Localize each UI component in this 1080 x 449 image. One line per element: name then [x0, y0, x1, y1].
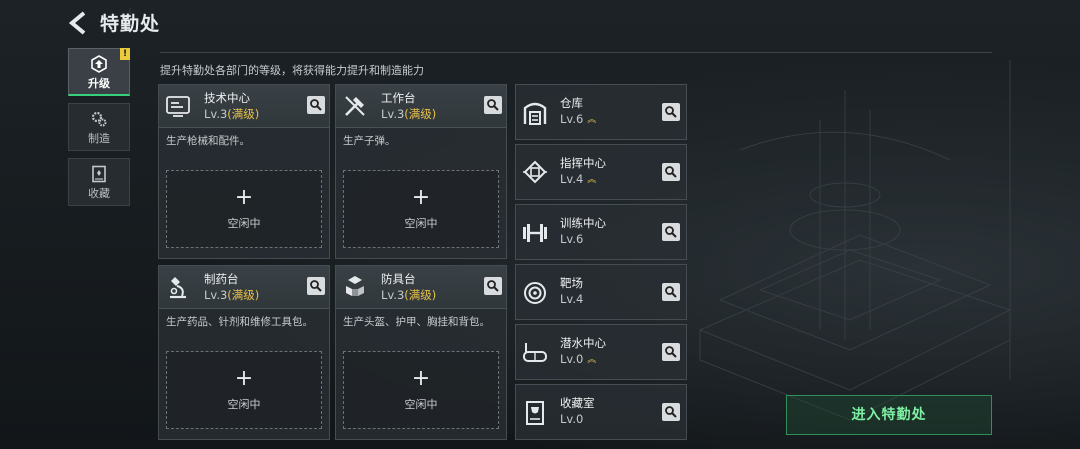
dept-name: 技术中心	[204, 91, 250, 105]
slot-status: 空闲中	[404, 217, 438, 230]
facility-level: Lv.4	[560, 292, 584, 306]
dept-description: 生产枪械和配件。	[166, 135, 250, 147]
card-header: 防具台 Lv.3(满级)	[336, 266, 506, 309]
facility-warehouse[interactable]: 仓库 Lv.6 ︽	[515, 84, 687, 140]
search-icon[interactable]	[662, 163, 680, 181]
facility-name: 指挥中心	[560, 156, 606, 170]
workbench-icon	[345, 96, 365, 116]
facility-diving-center[interactable]: 潜水中心 Lv.0 ︽	[515, 324, 687, 380]
production-slot[interactable]: + 空闲中	[166, 351, 322, 429]
facility-name: 训练中心	[560, 216, 606, 230]
header-divider	[160, 52, 992, 53]
dept-name: 制药台	[204, 272, 239, 286]
plus-icon: +	[234, 366, 254, 391]
card-header: 工作台 Lv.3(满级)	[336, 85, 506, 128]
max-level-label: (满级)	[404, 288, 437, 302]
dept-level: Lv.3(满级)	[381, 107, 437, 121]
max-level-label: (满级)	[227, 107, 260, 121]
facility-name: 潜水中心	[560, 336, 606, 350]
plus-icon: +	[234, 185, 254, 210]
upgrade-arrow-icon: ︽	[587, 175, 597, 185]
dumbbell-icon	[523, 224, 547, 242]
armor-icon	[346, 276, 364, 296]
search-icon[interactable]	[484, 96, 502, 114]
facility-name: 仓库	[560, 96, 583, 110]
warehouse-icon	[523, 102, 547, 125]
gears-icon	[91, 111, 107, 127]
facility-level: Lv.0	[560, 412, 584, 426]
tech-center-icon	[166, 96, 190, 117]
facility-level: Lv.0 ︽	[560, 352, 597, 366]
search-icon[interactable]	[662, 403, 680, 421]
facility-name: 收藏室	[560, 396, 595, 410]
search-icon[interactable]	[484, 277, 502, 295]
tab-craft-label: 制造	[88, 132, 110, 145]
facility-name: 靶场	[560, 276, 583, 290]
tab-collection[interactable]: 收藏	[68, 158, 130, 206]
microscope-icon	[170, 277, 186, 299]
dept-card-tech-center: 技术中心 Lv.3(满级) 生产枪械和配件。 + 空闲中	[158, 84, 330, 259]
search-icon[interactable]	[307, 277, 325, 295]
facility-training-center[interactable]: 训练中心 Lv.6	[515, 204, 687, 260]
dept-description: 生产药品、针剂和维修工具包。	[166, 316, 313, 328]
search-icon[interactable]	[662, 223, 680, 241]
facility-shooting-range[interactable]: 靶场 Lv.4	[515, 264, 687, 320]
trophy-case-icon	[526, 401, 544, 425]
dept-name: 工作台	[381, 91, 416, 105]
diving-mask-icon	[523, 343, 547, 362]
dept-card-workbench: 工作台 Lv.3(满级) 生产子弹。 + 空闲中	[335, 84, 507, 259]
dept-card-pharmacy: 制药台 Lv.3(满级) 生产药品、针剂和维修工具包。 + 空闲中	[158, 265, 330, 440]
upgrade-icon	[91, 55, 107, 73]
facility-level: Lv.6 ︽	[560, 112, 597, 126]
production-slot[interactable]: + 空闲中	[343, 351, 499, 429]
max-level-label: (满级)	[227, 288, 260, 302]
card-header: 制药台 Lv.3(满级)	[159, 266, 329, 309]
dept-name: 防具台	[381, 272, 416, 286]
upgrade-arrow-icon: ︽	[587, 355, 597, 365]
header: 特勤处	[0, 0, 1080, 50]
upgrade-arrow-icon: ︽	[587, 115, 597, 125]
production-slot[interactable]: + 空闲中	[166, 170, 322, 248]
notification-badge: !	[120, 48, 130, 60]
chip-icon	[523, 160, 547, 184]
slot-status: 空闲中	[404, 398, 438, 411]
enter-special-ops-button[interactable]: 进入特勤处	[786, 395, 992, 435]
dept-description: 生产头盔、护甲、胸挂和背包。	[343, 316, 490, 328]
tab-collection-label: 收藏	[88, 187, 110, 200]
collection-icon	[92, 165, 106, 183]
dept-level: Lv.3(满级)	[204, 107, 260, 121]
max-level-label: (满级)	[404, 107, 437, 121]
facility-level: Lv.4 ︽	[560, 172, 597, 186]
facility-command-center[interactable]: 指挥中心 Lv.4 ︽	[515, 144, 687, 200]
slot-status: 空闲中	[227, 217, 261, 230]
tab-craft[interactable]: 制造	[68, 103, 130, 151]
plus-icon: +	[411, 366, 431, 391]
search-icon[interactable]	[662, 343, 680, 361]
search-icon[interactable]	[662, 283, 680, 301]
production-slot[interactable]: + 空闲中	[343, 170, 499, 248]
target-icon	[524, 282, 546, 304]
plus-icon: +	[411, 185, 431, 210]
dept-card-armor: 防具台 Lv.3(满级) 生产头盔、护甲、胸挂和背包。 + 空闲中	[335, 265, 507, 440]
tab-upgrade[interactable]: 升级 !	[68, 48, 130, 96]
dept-description: 生产子弹。	[343, 135, 396, 147]
card-header: 技术中心 Lv.3(满级)	[159, 85, 329, 128]
page-title: 特勤处	[100, 13, 161, 35]
facility-collection-room[interactable]: 收藏室 Lv.0	[515, 384, 687, 440]
back-arrow-icon[interactable]	[66, 10, 92, 36]
search-icon[interactable]	[307, 96, 325, 114]
dept-level: Lv.3(满级)	[204, 288, 260, 302]
search-icon[interactable]	[662, 103, 680, 121]
dept-level: Lv.3(满级)	[381, 288, 437, 302]
page-subtitle: 提升特勤处各部门的等级，将获得能力提升和制造能力	[160, 64, 424, 77]
facility-level: Lv.6	[560, 232, 584, 246]
slot-status: 空闲中	[227, 398, 261, 411]
tab-upgrade-label: 升级	[88, 77, 110, 90]
